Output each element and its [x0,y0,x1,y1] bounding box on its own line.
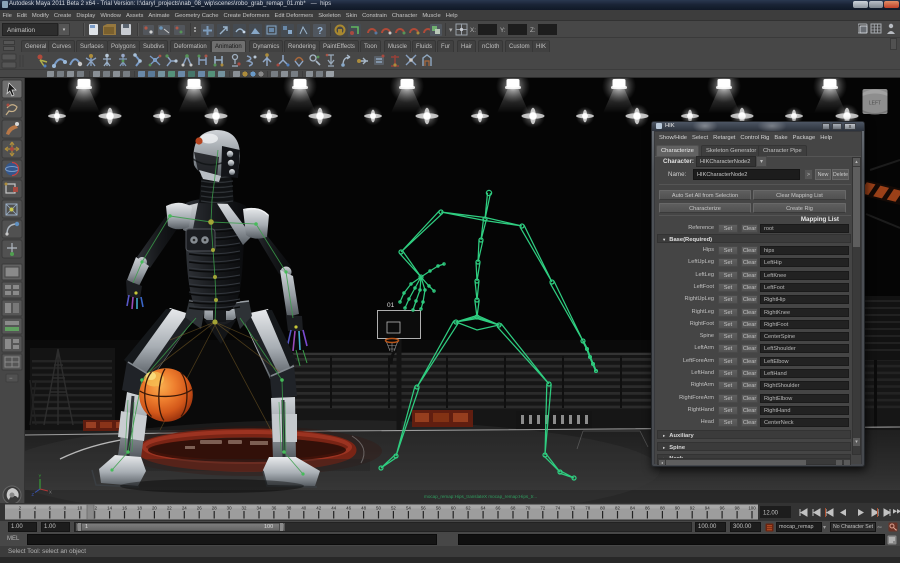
svg-text:88: 88 [660,506,665,511]
svg-text:10: 10 [77,506,82,511]
svg-text:82: 82 [615,506,620,511]
svg-text:64: 64 [481,506,486,511]
svg-text:94: 94 [705,506,710,511]
svg-text:54: 54 [406,506,411,511]
svg-text:92: 92 [690,506,695,511]
svg-text:76: 76 [570,506,575,511]
svg-text:28: 28 [212,506,217,511]
svg-text:Z:: Z: [530,27,536,34]
svg-text:40: 40 [301,506,306,511]
svg-text:86: 86 [645,506,650,511]
svg-text:48: 48 [361,506,366,511]
svg-text:−: − [9,376,13,382]
svg-text:26: 26 [197,506,202,511]
svg-text:30: 30 [227,506,232,511]
svg-text:60: 60 [451,506,456,511]
svg-text:18: 18 [137,506,142,511]
svg-text:14: 14 [107,506,112,511]
svg-text:62: 62 [466,506,471,511]
svg-text:72: 72 [540,506,545,511]
svg-text:?: ? [317,26,323,37]
svg-text:90: 90 [675,506,680,511]
svg-text:100: 100 [748,506,756,511]
svg-text:42: 42 [316,506,321,511]
svg-text:22: 22 [167,506,172,511]
svg-text:X: X [49,490,52,495]
svg-text:▾: ▾ [449,27,453,34]
svg-text:Y:: Y: [500,27,506,34]
svg-text:58: 58 [436,506,441,511]
svg-text:44: 44 [331,506,336,511]
svg-text:LEFT: LEFT [869,101,881,107]
svg-text:34: 34 [257,506,262,511]
svg-text:24: 24 [182,506,187,511]
svg-text:56: 56 [421,506,426,511]
svg-text:66: 66 [496,506,501,511]
svg-text:70: 70 [525,506,530,511]
svg-text:12.00: 12.00 [763,511,779,517]
svg-text:32: 32 [242,506,247,511]
svg-text:96: 96 [720,506,725,511]
svg-text:78: 78 [585,506,590,511]
svg-text:74: 74 [555,506,560,511]
svg-text:68: 68 [511,506,516,511]
svg-text:84: 84 [630,506,635,511]
svg-text:X:: X: [470,27,476,34]
svg-text:50: 50 [376,506,381,511]
svg-text:98: 98 [735,506,740,511]
svg-text:52: 52 [391,506,396,511]
svg-text:mocap_remap:Hips_translateX mo: mocap_remap:Hips_translateX mocap_remap:… [424,494,537,499]
svg-text:20: 20 [152,506,157,511]
svg-text:Y: Y [39,474,42,479]
svg-text:38: 38 [286,506,291,511]
svg-text:Z: Z [32,492,35,497]
svg-text:36: 36 [271,506,276,511]
svg-text:01: 01 [387,302,395,309]
svg-text:46: 46 [346,506,351,511]
svg-text:80: 80 [600,506,605,511]
svg-text:16: 16 [122,506,127,511]
